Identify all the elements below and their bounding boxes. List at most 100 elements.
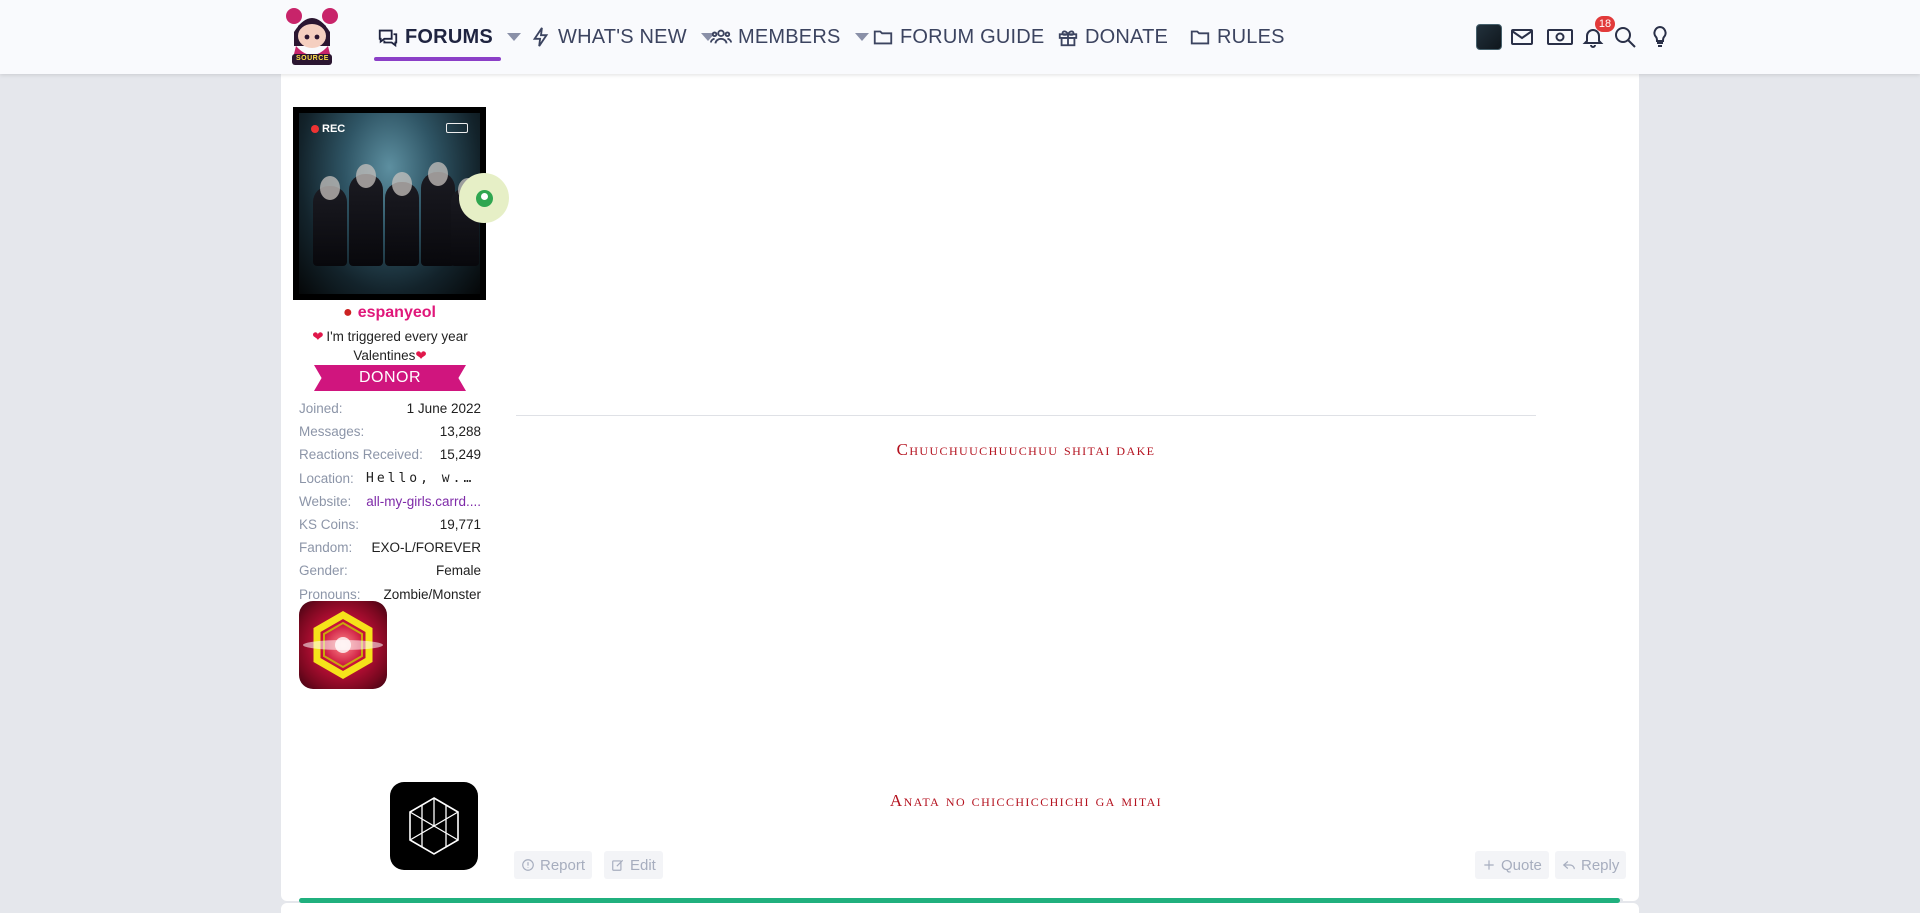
nav-members-label: MEMBERS xyxy=(738,25,841,48)
hexagon-logo-icon xyxy=(303,610,383,680)
inbox-button[interactable] xyxy=(1510,22,1534,52)
nav-forum-guide-label: FORUM GUIDE xyxy=(900,25,1045,48)
info-value: Female xyxy=(435,563,481,579)
rec-label: REC xyxy=(322,123,346,135)
apple-icon: ● xyxy=(343,304,353,321)
nav-rules[interactable]: RULES xyxy=(1189,22,1285,52)
users-icon xyxy=(710,29,732,44)
account-avatar-button[interactable] xyxy=(1476,22,1502,52)
info-row-location: Location: Hello, w... xyxy=(299,467,481,490)
nav-donate-label: DONATE xyxy=(1085,25,1169,48)
report-icon xyxy=(522,859,534,871)
nav-forums-label: FORUMS xyxy=(405,25,493,48)
info-label: Messages: xyxy=(299,424,365,440)
info-label: Gender: xyxy=(299,563,348,579)
user-title: ❤ I'm triggered every year Valentines❤ xyxy=(300,327,480,365)
rec-dot-icon xyxy=(311,125,319,133)
quote-button[interactable]: Quote xyxy=(1475,851,1549,879)
reply-icon xyxy=(1562,861,1575,870)
nav-donate[interactable]: DONATE xyxy=(1057,22,1168,52)
quote-label: Quote xyxy=(1501,856,1542,874)
info-row-joined: Joined: 1 June 2022 xyxy=(299,397,481,420)
info-value: 15,249 xyxy=(439,447,481,463)
info-label: Location: xyxy=(299,470,354,486)
info-value: 1 June 2022 xyxy=(406,401,481,417)
user-avatar[interactable]: REC xyxy=(293,107,486,300)
bolt-icon xyxy=(532,27,549,47)
folder-icon xyxy=(873,30,893,45)
edit-icon xyxy=(612,859,624,871)
plus-icon xyxy=(1484,860,1494,870)
account-avatar xyxy=(1476,24,1502,50)
envelope-icon xyxy=(1511,29,1533,45)
reply-button[interactable]: Reply xyxy=(1555,851,1627,879)
info-label: Website: xyxy=(299,493,352,509)
gift-icon xyxy=(1058,30,1078,47)
comments-icon xyxy=(378,29,398,48)
info-value: EXO-L/FOREVER xyxy=(371,540,481,556)
online-status-indicator xyxy=(459,173,509,223)
info-row-website: Website: all-my-girls.carrd.... xyxy=(299,490,481,513)
user-info-list: Joined: 1 June 2022 Messages: 13,288 React… xyxy=(299,397,481,606)
donor-banner: DONOR xyxy=(314,365,466,391)
avatar-figure xyxy=(421,162,455,266)
nav-whats-new-label: WHAT'S NEW xyxy=(558,25,687,48)
info-label: Joined: xyxy=(299,401,343,417)
nav-forum-guide[interactable]: FORUM GUIDE xyxy=(872,22,1044,52)
lightbulb-icon xyxy=(1653,25,1667,47)
exo-hexagon-icon xyxy=(409,797,459,855)
folder-icon xyxy=(1190,30,1210,45)
nav-rules-label: RULES xyxy=(1217,25,1285,48)
info-value[interactable]: Hello, w... xyxy=(366,471,481,486)
heart-icon: ❤ xyxy=(415,348,427,363)
user-title-line1: I'm triggered every year xyxy=(326,329,468,344)
avatar-figure xyxy=(349,164,383,266)
info-row-gender: Gender: Female xyxy=(299,559,481,582)
site-logo[interactable]: SOURCE xyxy=(284,2,340,68)
alerts-button[interactable]: 18 xyxy=(1581,16,1615,52)
info-label: Reactions Received: xyxy=(299,447,423,463)
nav-members[interactable]: MEMBERS xyxy=(710,22,869,52)
website-link[interactable]: all-my-girls.carrd.... xyxy=(366,494,481,509)
avatar-photo: REC xyxy=(299,113,480,294)
username-text: espanyeol xyxy=(357,304,436,321)
theme-toggle-button[interactable] xyxy=(1648,22,1672,52)
nav-forums[interactable]: FORUMS xyxy=(377,22,521,52)
report-button[interactable]: Report xyxy=(514,851,593,879)
info-label: Pronouns: xyxy=(299,586,361,602)
post-divider xyxy=(516,415,1536,416)
next-post-card xyxy=(281,903,1639,913)
post-lyric-line-2: Anata no chicchicchichi ga mitai xyxy=(889,791,1163,810)
info-label: Fandom: xyxy=(299,540,353,556)
info-row-messages: Messages: 13,288 xyxy=(299,420,481,443)
username-link[interactable]: ● espanyeol xyxy=(293,304,486,322)
reply-label: Reply xyxy=(1581,856,1620,874)
battery-icon xyxy=(446,123,468,133)
logo-text: SOURCE xyxy=(296,55,329,62)
search-button[interactable] xyxy=(1613,22,1637,52)
avatar-figure xyxy=(385,172,419,266)
avatar-figure xyxy=(313,176,347,266)
edit-label: Edit xyxy=(630,856,656,874)
info-value: 19,771 xyxy=(439,517,481,533)
info-value: Zombie/Monster xyxy=(383,586,481,602)
chevron-down-icon[interactable] xyxy=(506,33,521,41)
fandom-badge-image xyxy=(299,601,387,689)
info-row-fandom: Fandom: EXO-L/FOREVER xyxy=(299,536,481,559)
info-value[interactable]: 13,288 xyxy=(440,424,481,439)
heart-icon: ❤ xyxy=(312,329,324,344)
edit-button[interactable]: Edit xyxy=(604,851,663,879)
info-label: KS Coins: xyxy=(299,517,360,533)
user-title-line2: Valentines xyxy=(353,348,416,363)
money-icon xyxy=(1547,29,1573,45)
nav-whats-new[interactable]: WHAT'S NEW xyxy=(530,22,715,52)
info-row-coins: KS Coins: 19,771 xyxy=(299,513,481,536)
coins-button[interactable] xyxy=(1545,22,1575,52)
active-tab-indicator xyxy=(374,57,501,61)
alerts-count-badge: 18 xyxy=(1595,16,1615,32)
post-lyric-line-1: Chuuchuuchuuchuu shitai dake xyxy=(896,440,1156,459)
rec-indicator: REC xyxy=(311,123,345,135)
exo-logo-image xyxy=(390,782,478,870)
search-icon xyxy=(1615,27,1636,48)
chevron-down-icon[interactable] xyxy=(854,33,869,41)
